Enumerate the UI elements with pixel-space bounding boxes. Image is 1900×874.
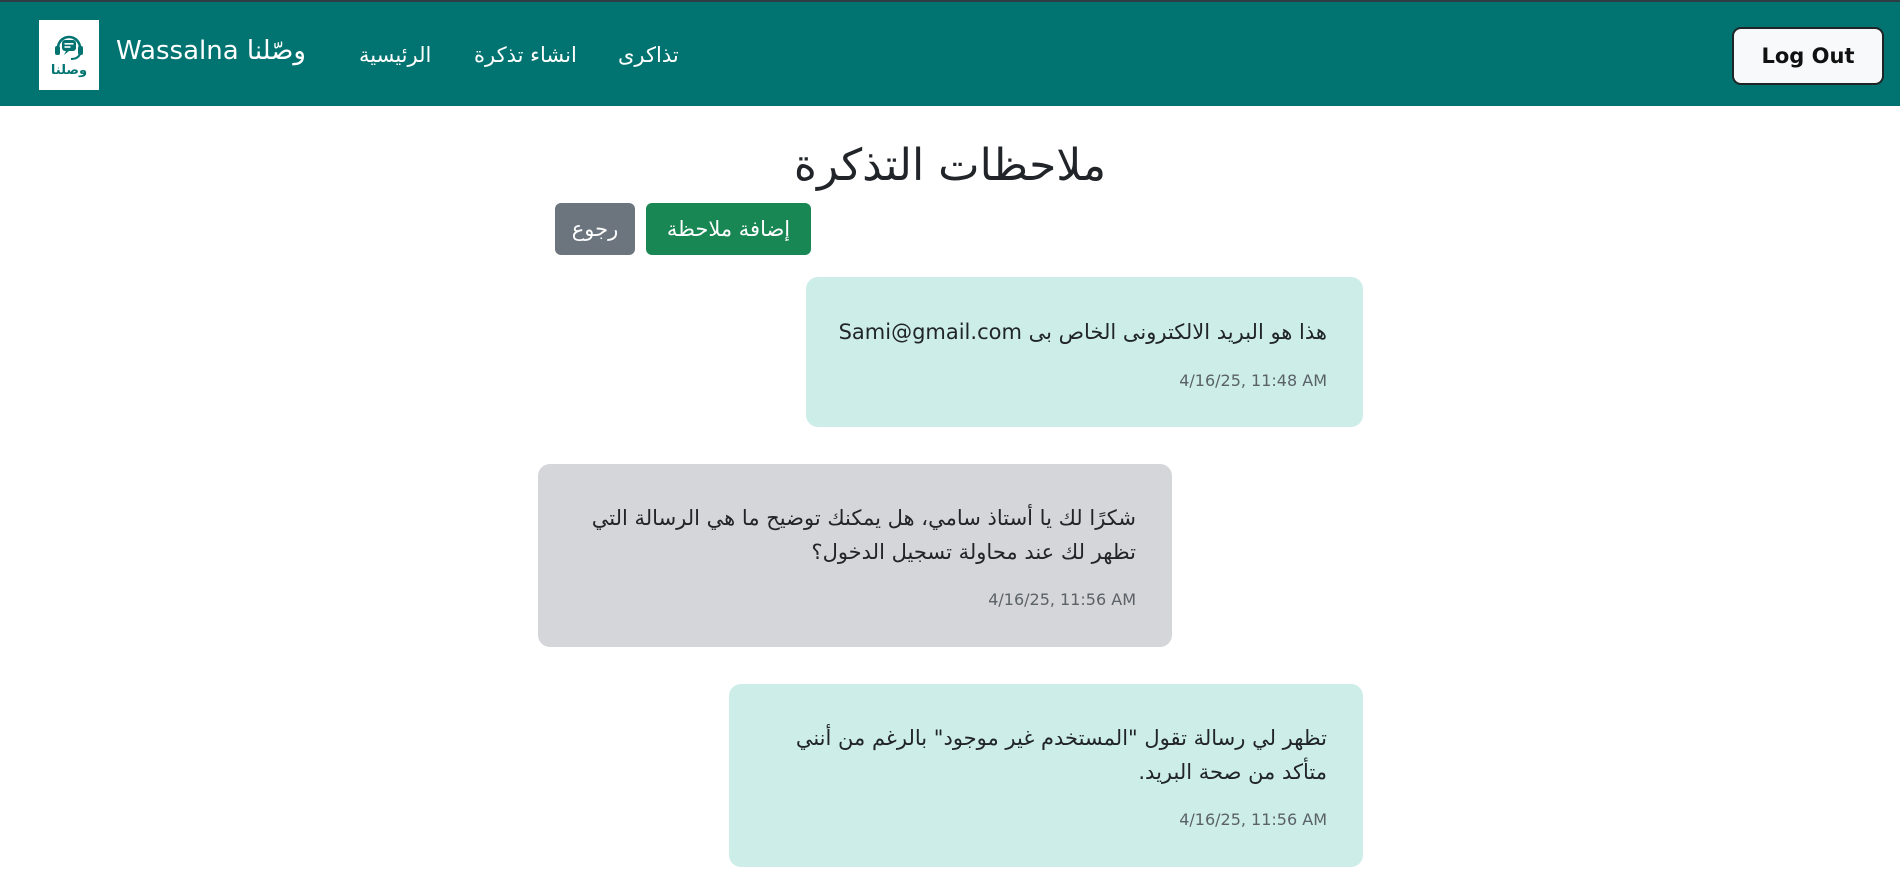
note-timestamp: 4/16/25, 11:56 AM (1179, 810, 1327, 829)
page-title: ملاحظات التذكرة (793, 140, 1107, 191)
app-logo[interactable]: وصلنا (39, 20, 99, 90)
nav-link-create-ticket[interactable]: انشاء تذكرة (474, 43, 577, 67)
note-text: شكرًا لك يا أستاذ سامي، هل يمكنك توضيح م… (591, 506, 1136, 564)
note-bubble: تظهر لي رسالة تقول "المستخدم غير موجود" … (729, 684, 1363, 867)
nav-link-home[interactable]: الرئيسية (359, 43, 431, 67)
top-navbar: وصلنا Wassalna وصّلنا الرئيسية انشاء تذك… (0, 0, 1900, 106)
back-button[interactable]: رجوع (555, 203, 635, 255)
note-bubble: شكرًا لك يا أستاذ سامي، هل يمكنك توضيح م… (538, 464, 1172, 647)
note-text: تظهر لي رسالة تقول "المستخدم غير موجود" … (795, 726, 1327, 784)
note-timestamp: 4/16/25, 11:56 AM (988, 590, 1136, 609)
note-text: Sami@gmail.com هذا هو البريد الالكترونى … (838, 320, 1327, 344)
nav-link-my-tickets[interactable]: تذاكرى (618, 43, 679, 67)
logo-text: وصلنا (50, 62, 88, 78)
note-timestamp: 4/16/25, 11:48 AM (1179, 371, 1327, 390)
note-bubble: Sami@gmail.com هذا هو البريد الالكترونى … (806, 277, 1363, 427)
brand-name[interactable]: Wassalna وصّلنا (116, 36, 306, 66)
logout-button[interactable]: Log Out (1732, 27, 1884, 85)
headset-chat-icon (52, 32, 86, 62)
add-note-button[interactable]: إضافة ملاحظة (646, 203, 811, 255)
